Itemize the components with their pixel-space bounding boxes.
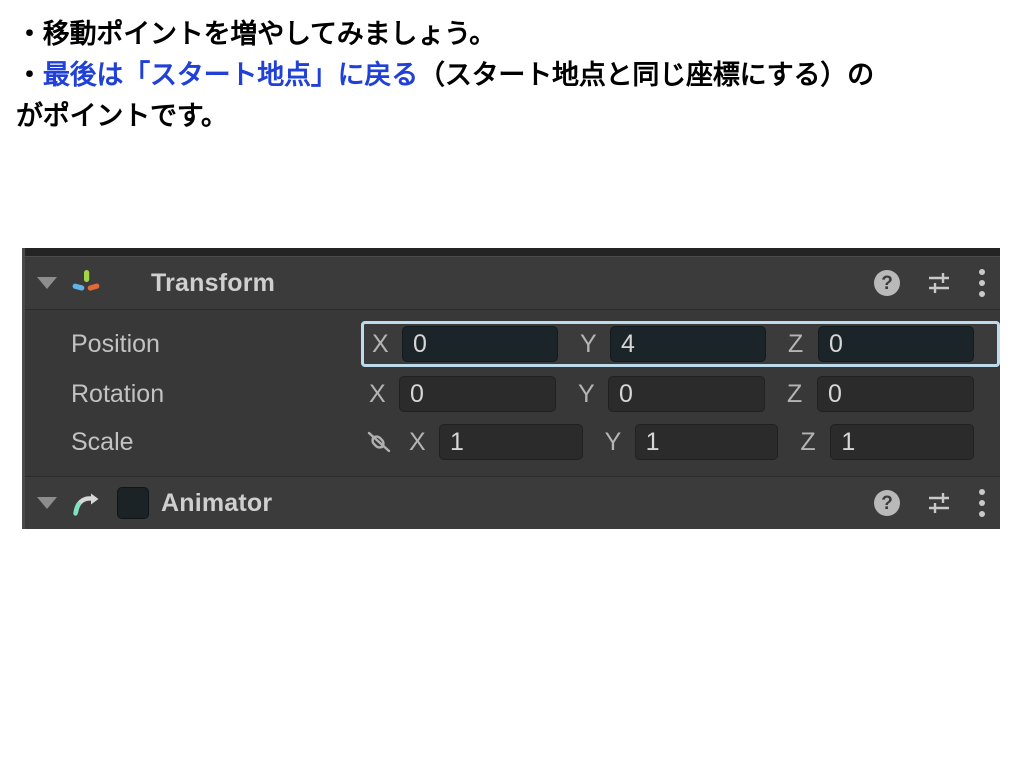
kebab-menu-icon[interactable] [978, 489, 986, 517]
caption-bullet: ・ [16, 60, 43, 91]
preset-settings-icon[interactable] [926, 490, 952, 516]
transform-foldout-toggle[interactable] [25, 277, 69, 289]
caption-line-2-rest: （スタート地点と同じ座標にする）の [418, 60, 874, 91]
scale-x-input[interactable]: 1 [439, 424, 583, 460]
animator-arrow-icon [69, 488, 103, 518]
scale-z-input[interactable]: 1 [830, 424, 975, 460]
transform-title: Transform [151, 268, 276, 297]
position-axis-y[interactable]: Y 4 [572, 326, 780, 362]
axis-label-z: Z [788, 329, 804, 358]
scale-axis-y[interactable]: Y 1 [597, 424, 793, 460]
unity-inspector-panel: Transform ? Position X 0 Y 4 Z 0 Rotatio… [22, 248, 1000, 529]
rotation-axis-x[interactable]: X 0 [361, 376, 570, 412]
axis-label-y: Y [578, 379, 595, 408]
position-axis-x[interactable]: X 0 [364, 326, 572, 362]
help-icon[interactable]: ? [874, 490, 900, 516]
position-label: Position [71, 329, 160, 358]
position-vector3-field[interactable]: X 0 Y 4 Z 0 [361, 321, 1000, 367]
scale-vector3-field[interactable]: X 1 Y 1 Z 1 [401, 424, 1000, 460]
animator-foldout-toggle[interactable] [25, 497, 69, 509]
transform-component-body: Position X 0 Y 4 Z 0 Rotation X 0 Y 0 Z … [25, 310, 1000, 476]
position-x-input[interactable]: 0 [402, 326, 558, 362]
position-z-input[interactable]: 0 [818, 326, 974, 362]
axis-label-y: Y [580, 329, 597, 358]
rotation-axis-z[interactable]: Z 0 [779, 376, 988, 412]
axis-label-z: Z [800, 427, 816, 456]
transform-gizmo-icon [69, 268, 103, 298]
instruction-caption: ・移動ポイントを増やしてみましょう。 ・最後は「スタート地点」に戻る（スタート地… [16, 14, 1012, 137]
animator-enable-checkbox[interactable] [117, 487, 149, 519]
panel-top-strip [25, 248, 1000, 257]
chevron-down-icon [37, 277, 57, 289]
property-row-position: Position X 0 Y 4 Z 0 [25, 318, 1000, 370]
help-icon[interactable]: ? [874, 270, 900, 296]
caption-line-1: ・移動ポイントを増やしてみましょう。 [16, 19, 496, 49]
axis-label-y: Y [604, 427, 622, 456]
animator-component-header[interactable]: Animator ? [25, 476, 1000, 529]
position-axis-z[interactable]: Z 0 [780, 326, 988, 362]
chevron-down-icon [37, 497, 57, 509]
caption-line-3: がポイントです。 [16, 101, 228, 132]
preset-settings-icon[interactable] [926, 270, 952, 296]
rotation-x-input[interactable]: 0 [399, 376, 556, 412]
broken-link-icon[interactable] [361, 427, 397, 457]
axis-label-x: X [372, 329, 389, 358]
scale-y-input[interactable]: 1 [634, 424, 779, 460]
caption-line-2: ・最後は「スタート地点」に戻る（スタート地点と同じ座標にする）の [16, 55, 1012, 96]
property-row-rotation: Rotation X 0 Y 0 Z 0 [25, 370, 1000, 418]
animator-title: Animator [161, 488, 273, 517]
scale-axis-z[interactable]: Z 1 [792, 424, 988, 460]
rotation-axis-y[interactable]: Y 0 [570, 376, 779, 412]
property-row-scale: Scale X 1 Y 1 Z 1 [25, 418, 1000, 466]
axis-label-z: Z [787, 379, 803, 408]
caption-highlight-blue: 最後は「スタート地点」に戻る [42, 60, 419, 91]
rotation-label: Rotation [71, 379, 165, 408]
transform-component-header[interactable]: Transform ? [25, 257, 1000, 310]
rotation-y-input[interactable]: 0 [608, 376, 765, 412]
rotation-z-input[interactable]: 0 [817, 376, 974, 412]
kebab-menu-icon[interactable] [978, 269, 986, 297]
rotation-vector3-field[interactable]: X 0 Y 0 Z 0 [361, 376, 1000, 412]
axis-label-x: X [369, 379, 386, 408]
position-y-input[interactable]: 4 [610, 326, 766, 362]
scale-axis-x[interactable]: X 1 [401, 424, 597, 460]
transform-header-tools: ? [874, 257, 986, 309]
scale-label: Scale [71, 427, 134, 456]
animator-header-tools: ? [874, 477, 986, 529]
axis-label-x: X [409, 427, 426, 456]
